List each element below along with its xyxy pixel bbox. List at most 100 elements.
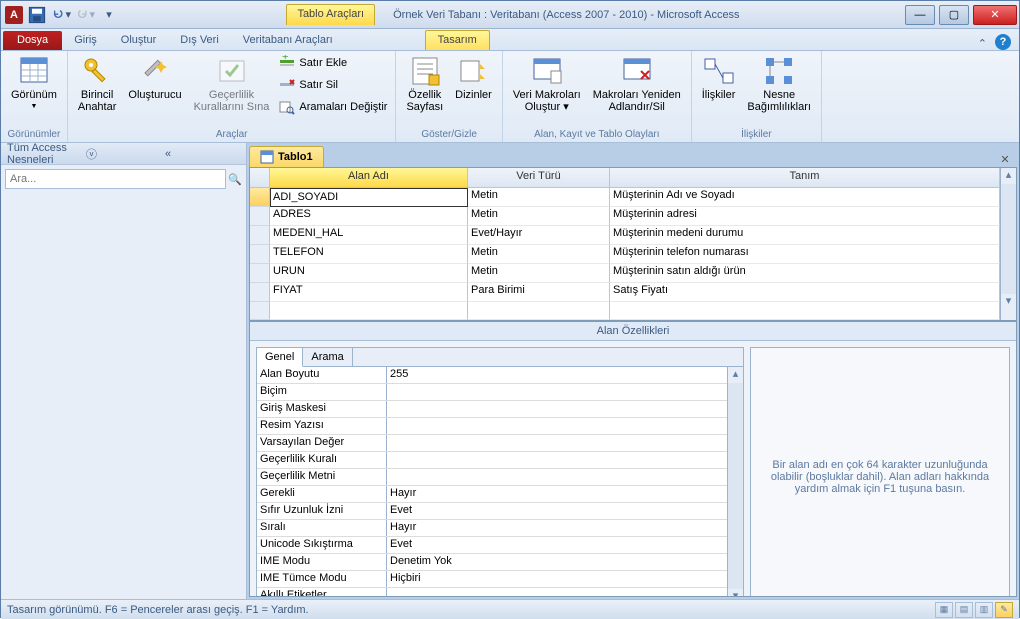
view-datasheet-icon[interactable]: ▦ — [935, 602, 953, 618]
field-name-cell[interactable]: MEDENI_HAL — [270, 226, 468, 245]
qat-undo-icon[interactable]: ▾ — [51, 5, 71, 25]
data-type-cell[interactable]: Metin — [468, 188, 610, 207]
help-icon[interactable]: ? — [995, 34, 1011, 50]
data-type-cell[interactable]: Metin — [468, 264, 610, 283]
create-data-macros-button[interactable]: Veri Makroları Oluştur ▾ — [509, 53, 585, 115]
row-selector[interactable] — [250, 245, 270, 264]
data-type-cell[interactable]: Metin — [468, 207, 610, 226]
data-type-cell[interactable]: Metin — [468, 245, 610, 264]
scroll-down-icon[interactable]: ▾ — [728, 589, 743, 597]
field-name-cell[interactable]: TELEFON — [270, 245, 468, 264]
view-pivottable-icon[interactable]: ▤ — [955, 602, 973, 618]
tab-dbtools[interactable]: Veritabanı Araçları — [231, 31, 345, 50]
property-row: GerekliHayır — [257, 486, 727, 503]
data-type-cell[interactable]: Para Birimi — [468, 283, 610, 302]
property-value[interactable] — [387, 384, 727, 400]
field-name-cell[interactable] — [270, 188, 468, 207]
row-selector[interactable] — [250, 226, 270, 245]
tab-external[interactable]: Dış Veri — [168, 31, 231, 50]
property-row: Resim Yazısı — [257, 418, 727, 435]
view-design-icon[interactable]: ✎ — [995, 602, 1013, 618]
row-selector[interactable] — [250, 188, 270, 207]
property-value[interactable]: Evet — [387, 537, 727, 553]
row-selector-empty[interactable] — [250, 302, 270, 320]
property-value[interactable] — [387, 401, 727, 417]
grid-scrollbar[interactable]: ▴ ▾ — [1000, 168, 1016, 320]
property-value[interactable]: Hiçbiri — [387, 571, 727, 587]
property-value[interactable] — [387, 588, 727, 597]
property-sheet-button[interactable]: Özellik Sayfası — [402, 53, 447, 115]
document-tab-tablo1[interactable]: Tablo1 — [249, 146, 324, 167]
props-scrollbar[interactable]: ▴ ▾ — [727, 367, 743, 597]
property-value[interactable] — [387, 435, 727, 451]
row-selector[interactable] — [250, 207, 270, 226]
nav-pane-title[interactable]: Tüm Access Nesneleri — [7, 142, 82, 166]
property-row: Unicode SıkıştırmaEvet — [257, 537, 727, 554]
description-cell[interactable]: Satış Fiyatı — [610, 283, 1000, 302]
description-cell[interactable]: Müşterinin medeni durumu — [610, 226, 1000, 245]
property-name: Geçerlilik Kuralı — [257, 452, 387, 468]
row-selector[interactable] — [250, 283, 270, 302]
column-header-data-type[interactable]: Veri Türü — [468, 168, 610, 188]
window-close-button[interactable]: ✕ — [973, 5, 1017, 25]
window-minimize-button[interactable]: — — [905, 5, 935, 25]
property-value[interactable]: Hayır — [387, 486, 727, 502]
property-value[interactable]: Denetim Yok — [387, 554, 727, 570]
primary-key-button[interactable]: Birincil Anahtar — [74, 53, 121, 115]
scroll-up-icon[interactable]: ▴ — [1001, 168, 1016, 184]
ribbon-minimize-icon[interactable]: ⌃ — [978, 37, 987, 50]
property-value[interactable]: 255 — [387, 367, 727, 383]
property-value[interactable] — [387, 452, 727, 468]
tab-home[interactable]: Giriş — [62, 31, 109, 50]
document-area: Tablo1 ✕ Alan Adı Veri Türü Tanım MetinM… — [247, 143, 1019, 599]
field-name-input[interactable] — [273, 189, 465, 205]
description-cell[interactable]: Müşterinin adresi — [610, 207, 1000, 226]
insert-rows-button[interactable]: + Satır Ekle — [277, 53, 389, 73]
column-header-field-name[interactable]: Alan Adı — [270, 168, 468, 188]
test-validation-button[interactable]: Geçerlilik Kurallarını Sına — [190, 53, 274, 115]
props-tab-lookup[interactable]: Arama — [303, 348, 352, 366]
row-selector[interactable] — [250, 264, 270, 283]
qat-save-icon[interactable] — [27, 5, 47, 25]
description-cell[interactable]: Müşterinin satın aldığı ürün — [610, 264, 1000, 283]
delete-rows-button[interactable]: Satır Sil — [277, 75, 389, 95]
qat-customize-icon[interactable]: ▾ — [99, 5, 119, 25]
view-pivotchart-icon[interactable]: ▥ — [975, 602, 993, 618]
property-value[interactable] — [387, 418, 727, 434]
scroll-up-icon[interactable]: ▴ — [728, 367, 743, 383]
nav-collapse-icon[interactable]: « — [165, 148, 240, 160]
grid-corner[interactable] — [250, 168, 270, 188]
data-type-cell[interactable]: Evet/Hayır — [468, 226, 610, 245]
tab-create[interactable]: Oluştur — [109, 31, 168, 50]
field-name-cell[interactable]: ADRES — [270, 207, 468, 226]
property-value[interactable]: Hayır — [387, 520, 727, 536]
scroll-down-icon[interactable]: ▾ — [1001, 294, 1016, 310]
relationships-icon — [703, 55, 735, 87]
qat-redo-icon[interactable]: ▾ — [75, 5, 95, 25]
property-value[interactable]: Evet — [387, 503, 727, 519]
property-name: Geçerlilik Metni — [257, 469, 387, 485]
rename-delete-macro-button[interactable]: Makroları Yeniden Adlandır/Sil — [589, 53, 685, 115]
builder-button[interactable]: Oluşturucu — [124, 53, 185, 103]
description-cell[interactable]: Müşterinin Adı ve Soyadı — [610, 188, 1000, 207]
property-name: IME Modu — [257, 554, 387, 570]
search-icon[interactable]: 🔍 — [228, 173, 242, 186]
field-name-cell[interactable]: FIYAT — [270, 283, 468, 302]
indexes-button[interactable]: Dizinler — [451, 53, 496, 103]
props-tab-general[interactable]: Genel — [257, 348, 303, 367]
property-value[interactable] — [387, 469, 727, 485]
modify-lookups-button[interactable]: Aramaları Değiştir — [277, 97, 389, 117]
relationships-button[interactable]: İlişkiler — [698, 53, 740, 103]
field-name-cell[interactable]: URUN — [270, 264, 468, 283]
column-header-description[interactable]: Tanım — [610, 168, 1000, 188]
description-cell[interactable]: Müşterinin telefon numarası — [610, 245, 1000, 264]
nav-search-input[interactable] — [5, 169, 226, 189]
window-maximize-button[interactable]: ▢ — [939, 5, 969, 25]
nav-dropdown-icon[interactable]: ⓥ — [86, 146, 161, 162]
tab-design[interactable]: Tasarım — [425, 30, 490, 50]
table-tools-contextual-tab[interactable]: Tablo Araçları — [286, 4, 375, 25]
tab-file[interactable]: Dosya — [3, 31, 62, 50]
object-dependencies-button[interactable]: Nesne Bağımlılıkları — [743, 53, 815, 115]
view-button[interactable]: Görünüm▼ — [7, 53, 61, 115]
document-close-button[interactable]: ✕ — [997, 151, 1013, 167]
